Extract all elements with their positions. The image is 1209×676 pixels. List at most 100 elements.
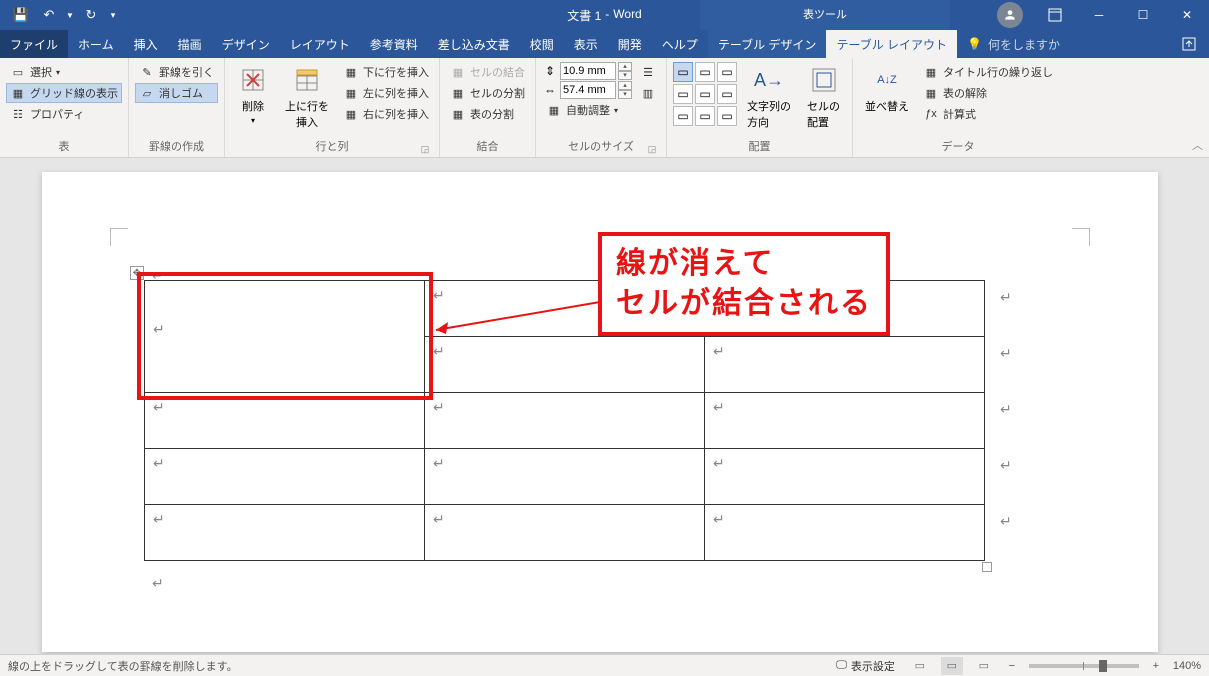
table-cell[interactable]: ↵	[425, 393, 705, 449]
convert-to-text-button[interactable]: ▦表の解除	[919, 83, 1057, 103]
repeat-header-button[interactable]: ▦タイトル行の繰り返し	[919, 62, 1057, 82]
align-mid-right[interactable]: ▭	[717, 84, 737, 104]
insert-above-button[interactable]: 上に行を 挿入	[279, 62, 335, 132]
merged-cell[interactable]: ↵	[145, 281, 425, 393]
properties-button[interactable]: ☷プロパティ	[6, 104, 122, 124]
insert-right-button[interactable]: ▦右に列を挿入	[339, 104, 433, 124]
align-mid-left[interactable]: ▭	[673, 84, 693, 104]
window-controls: ─ ☐ ✕	[991, 0, 1209, 30]
zoom-out-button[interactable]: −	[1005, 660, 1019, 672]
table-cell[interactable]: ↵	[145, 505, 425, 561]
table-cell[interactable]: ↵	[705, 337, 985, 393]
document-area[interactable]: ✥ ↵ ↵ ↵ ↵ ↵ ↵ ↵ ↵ ↵ ↵ ↵ ↵ ↵	[0, 158, 1209, 654]
dialog-launcher[interactable]: ◲	[419, 143, 431, 155]
table-move-handle[interactable]: ✥	[130, 266, 144, 280]
table-resize-handle[interactable]	[982, 562, 992, 572]
spin-up[interactable]: ▴	[618, 81, 632, 90]
align-top-center[interactable]: ▭	[695, 62, 715, 82]
cell-margins-button[interactable]: セルの 配置	[801, 62, 846, 132]
view-gridlines-button[interactable]: ▦グリッド線の表示	[6, 83, 122, 103]
tab-design[interactable]: デザイン	[212, 30, 280, 58]
tab-home[interactable]: ホーム	[68, 30, 124, 58]
web-layout-button[interactable]: ▭	[973, 657, 995, 675]
tab-layout[interactable]: レイアウト	[280, 30, 360, 58]
distribute-rows-button[interactable]: ☰	[636, 62, 660, 82]
save-button[interactable]: 💾	[8, 3, 34, 27]
share-button[interactable]	[1169, 36, 1209, 52]
tell-me-search[interactable]: 💡 何をしますか	[957, 30, 1070, 58]
insert-below-button[interactable]: ▦下に行を挿入	[339, 62, 433, 82]
tab-insert[interactable]: 挿入	[124, 30, 168, 58]
maximize-button[interactable]: ☐	[1121, 0, 1165, 30]
qat-customize[interactable]: ▾	[106, 3, 120, 27]
table-row: ↵ ↵ ↵	[145, 393, 985, 449]
tab-mailings[interactable]: 差し込み文書	[428, 30, 520, 58]
distribute-cols-button[interactable]: ▥	[636, 83, 660, 103]
spin-up[interactable]: ▴	[618, 62, 632, 71]
draw-table-button[interactable]: ✎罫線を引く	[135, 62, 218, 82]
table-cell[interactable]: ↵	[705, 393, 985, 449]
eraser-button[interactable]: ▱消しゴム	[135, 83, 218, 103]
height-icon: ⇕	[542, 63, 558, 79]
print-layout-button[interactable]: ▭	[941, 657, 963, 675]
table-cell[interactable]: ↵	[425, 449, 705, 505]
tab-table-layout[interactable]: テーブル レイアウト	[826, 30, 957, 58]
redo-button[interactable]: ↻	[78, 3, 104, 27]
zoom-level[interactable]: 140%	[1173, 660, 1201, 672]
zoom-thumb[interactable]	[1099, 660, 1107, 672]
tab-table-design[interactable]: テーブル デザイン	[708, 30, 827, 58]
formula-button[interactable]: ƒx計算式	[919, 104, 1057, 124]
zoom-slider[interactable]	[1029, 664, 1139, 668]
align-bot-right[interactable]: ▭	[717, 106, 737, 126]
undo-dropdown[interactable]: ▼	[64, 3, 76, 27]
table-cell[interactable]: ↵	[425, 505, 705, 561]
insert-left-button[interactable]: ▦左に列を挿入	[339, 83, 433, 103]
spin-down[interactable]: ▾	[618, 90, 632, 99]
close-button[interactable]: ✕	[1165, 0, 1209, 30]
align-mid-center[interactable]: ▭	[695, 84, 715, 104]
tab-review[interactable]: 校閲	[520, 30, 564, 58]
merge-cells-button: ▦セルの結合	[446, 62, 529, 82]
collapse-ribbon-button[interactable]: ︿	[1192, 137, 1203, 153]
sort-button[interactable]: A↓Z 並べ替え	[859, 62, 915, 116]
group-table: ▭選択▾ ▦グリッド線の表示 ☷プロパティ 表	[0, 58, 129, 157]
height-field[interactable]	[560, 62, 616, 80]
delete-button[interactable]: 削除▾	[231, 62, 275, 127]
col-width-input[interactable]: ⇔ ▴▾	[542, 81, 632, 99]
zoom-in-button[interactable]: +	[1149, 660, 1163, 672]
table-cell[interactable]: ↵	[425, 337, 705, 393]
table-cell[interactable]: ↵	[705, 505, 985, 561]
text-direction-button[interactable]: A→ 文字列の 方向	[741, 62, 797, 132]
align-bot-center[interactable]: ▭	[695, 106, 715, 126]
split-cells-button[interactable]: ▦セルの分割	[446, 83, 529, 103]
align-top-left[interactable]: ▭	[673, 62, 693, 82]
undo-button[interactable]: ↶	[36, 3, 62, 27]
tab-references[interactable]: 参考資料	[360, 30, 428, 58]
table-cell[interactable]: ↵	[705, 449, 985, 505]
align-top-right[interactable]: ▭	[717, 62, 737, 82]
read-mode-button[interactable]: ▭	[909, 657, 931, 675]
pencil-icon: ✎	[139, 64, 155, 80]
autofit-button[interactable]: ▦自動調整▾	[542, 100, 632, 120]
tab-draw[interactable]: 描画	[168, 30, 212, 58]
select-button[interactable]: ▭選択▾	[6, 62, 122, 82]
align-bot-left[interactable]: ▭	[673, 106, 693, 126]
ribbon-display-options[interactable]	[1033, 0, 1077, 30]
width-field[interactable]	[560, 81, 616, 99]
dialog-launcher[interactable]: ◲	[646, 143, 658, 155]
tab-file[interactable]: ファイル	[0, 30, 68, 58]
table-cell[interactable]: ↵	[145, 393, 425, 449]
display-settings-button[interactable]: 🖵 表示設定	[832, 658, 899, 674]
minimize-button[interactable]: ─	[1077, 0, 1121, 30]
table-cell[interactable]: ↵	[145, 449, 425, 505]
ribbon: ▭選択▾ ▦グリッド線の表示 ☷プロパティ 表 ✎罫線を引く ▱消しゴム 罫線の…	[0, 58, 1209, 158]
group-rows-cols: 削除▾ 上に行を 挿入 ▦下に行を挿入 ▦左に列を挿入 ▦右に列を挿入 行と列◲	[225, 58, 440, 157]
row-height-input[interactable]: ⇕ ▴▾	[542, 62, 632, 80]
tab-developer[interactable]: 開発	[608, 30, 652, 58]
user-avatar[interactable]	[997, 2, 1023, 28]
split-table-button[interactable]: ▦表の分割	[446, 104, 529, 124]
table-row: ↵ ↵ ↵	[145, 505, 985, 561]
spin-down[interactable]: ▾	[618, 71, 632, 80]
tab-view[interactable]: 表示	[564, 30, 608, 58]
tab-help[interactable]: ヘルプ	[652, 30, 708, 58]
